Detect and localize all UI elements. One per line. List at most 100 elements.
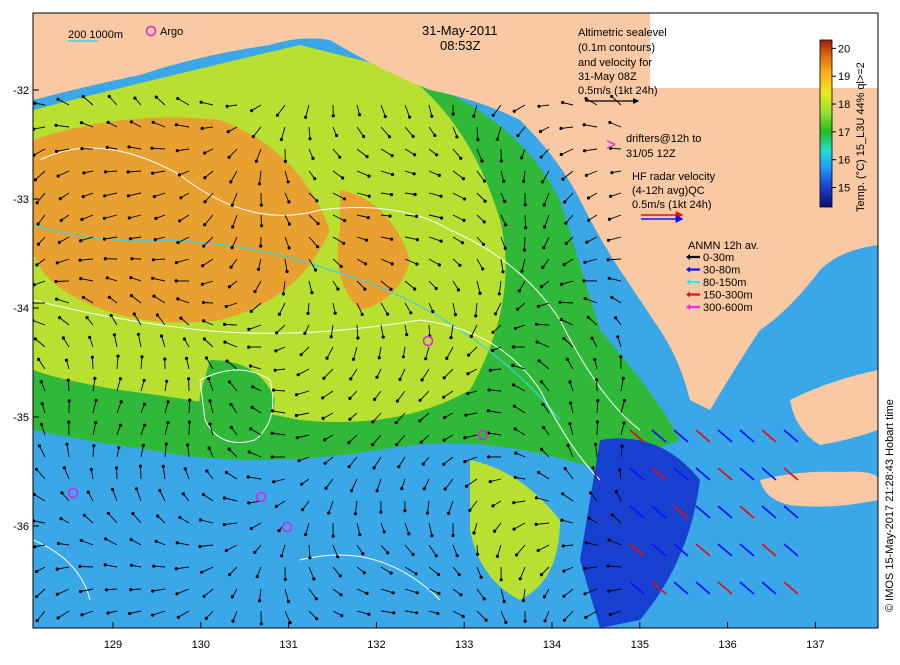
velocity-arrow-head: [440, 216, 443, 219]
velocity-arrow-head: [371, 443, 374, 446]
velocity-arrow-head: [253, 551, 256, 554]
velocity-arrow-head: [82, 95, 85, 98]
velocity-arrow-head: [561, 178, 564, 181]
velocity-arrow-head: [419, 399, 422, 402]
anmn-legend-label: 300-600m: [703, 302, 753, 314]
velocity-arrow-head: [341, 176, 344, 179]
velocity-arrow-head: [616, 335, 619, 338]
velocity-arrow-head: [182, 492, 185, 495]
velocity-arrow-head: [128, 216, 131, 219]
velocity-arrow-head: [37, 243, 40, 246]
velocity-arrow-head: [596, 399, 599, 402]
velocity-arrow-head: [438, 263, 441, 266]
velocity-arrow-head: [119, 424, 122, 427]
velocity-arrow-head: [250, 527, 253, 530]
velocity-arrow-head: [286, 270, 289, 273]
velocity-arrow-head: [202, 245, 205, 248]
velocity-arrow-head: [467, 354, 470, 357]
velocity-arrow-head: [426, 511, 429, 514]
velocity-arrow-head: [433, 134, 436, 137]
velocity-arrow-head: [511, 364, 514, 367]
velocity-arrow-head: [566, 444, 569, 447]
velocity-arrow-head: [619, 355, 622, 358]
velocity-arrow-head: [591, 466, 594, 469]
velocity-arrow-head: [480, 159, 483, 162]
velocity-arrow-head: [535, 523, 538, 526]
velocity-arrow-head: [487, 455, 490, 458]
velocity-arrow-head: [65, 359, 68, 362]
velocity-arrow-head: [163, 358, 166, 361]
velocity-arrow-head: [561, 101, 564, 104]
velocity-arrow-head: [564, 467, 567, 470]
velocity-arrow-head: [466, 372, 469, 375]
x-tick-label: 132: [367, 639, 385, 651]
velocity-arrow-head: [203, 200, 206, 203]
velocity-arrow-head: [55, 298, 58, 301]
velocity-arrow-head: [205, 469, 208, 472]
velocity-arrow-head: [348, 465, 351, 468]
velocity-arrow-head: [57, 174, 60, 177]
velocity-arrow-head: [152, 295, 155, 298]
velocity-arrow-head: [304, 533, 307, 536]
velocity-arrow-head: [439, 195, 442, 198]
velocity-arrow-head: [186, 443, 189, 446]
velocity-arrow-head: [420, 441, 423, 444]
velocity-arrow-head: [368, 195, 371, 198]
velocity-arrow-head: [247, 501, 250, 504]
velocity-arrow-head: [431, 310, 434, 313]
velocity-arrow-head: [524, 203, 527, 206]
velocity-arrow-head: [390, 572, 393, 575]
velocity-arrow-head: [40, 380, 43, 383]
velocity-arrow-head: [563, 619, 566, 622]
velocity-arrow-head: [31, 302, 34, 305]
velocity-arrow-head: [537, 105, 540, 108]
velocity-arrow-head: [388, 135, 391, 138]
velocity-arrow-head: [476, 138, 479, 141]
velocity-arrow-head: [623, 399, 626, 402]
velocity-arrow-head: [295, 393, 298, 396]
velocity-arrow-head: [91, 356, 94, 359]
velocity-arrow-head: [540, 448, 543, 451]
velocity-arrow-head: [162, 465, 165, 468]
velocity-arrow-head: [458, 264, 461, 267]
velocity-arrow-head: [323, 438, 326, 441]
colorbar-tick-label: 15: [838, 183, 850, 195]
velocity-arrow-head: [88, 336, 91, 339]
velocity-arrow-head: [340, 614, 343, 617]
hf-radar-line2: (4-12h avg)QC: [632, 185, 705, 197]
velocity-arrow-head: [522, 599, 525, 602]
velocity-arrow-head: [274, 369, 277, 372]
velocity-arrow-head: [583, 149, 586, 152]
velocity-arrow-head: [143, 424, 146, 427]
velocity-arrow-head: [540, 573, 543, 576]
velocity-arrow-head: [166, 421, 169, 424]
velocity-arrow-head: [205, 617, 208, 620]
velocity-arrow-head: [386, 313, 389, 316]
velocity-arrow-head: [92, 444, 95, 447]
velocity-arrow-head: [335, 134, 338, 137]
velocity-arrow-head: [127, 194, 130, 197]
velocity-arrow-head: [621, 445, 624, 448]
velocity-arrow-head: [130, 120, 133, 123]
velocity-arrow-head: [78, 565, 81, 568]
velocity-arrow-head: [165, 443, 168, 446]
velocity-arrow-head: [338, 156, 341, 159]
velocity-arrow-head: [152, 121, 155, 124]
velocity-arrow-head: [58, 316, 61, 319]
velocity-arrow-head: [365, 155, 368, 158]
velocity-arrow-head: [358, 533, 361, 536]
velocity-arrow-head: [253, 290, 256, 293]
velocity-arrow-head: [502, 180, 505, 183]
velocity-arrow-head: [223, 341, 226, 344]
velocity-arrow-head: [203, 176, 206, 179]
velocity-arrow-head: [585, 541, 588, 544]
velocity-arrow-head: [332, 114, 335, 117]
velocity-arrow-head: [609, 613, 612, 616]
velocity-arrow-head: [365, 239, 368, 242]
velocity-arrow-head: [79, 259, 82, 262]
velocity-arrow-head: [472, 115, 475, 118]
velocity-arrow-head: [371, 420, 374, 423]
velocity-arrow-head: [83, 514, 86, 517]
velocity-arrow-head: [274, 349, 277, 352]
velocity-arrow-head: [129, 276, 132, 279]
